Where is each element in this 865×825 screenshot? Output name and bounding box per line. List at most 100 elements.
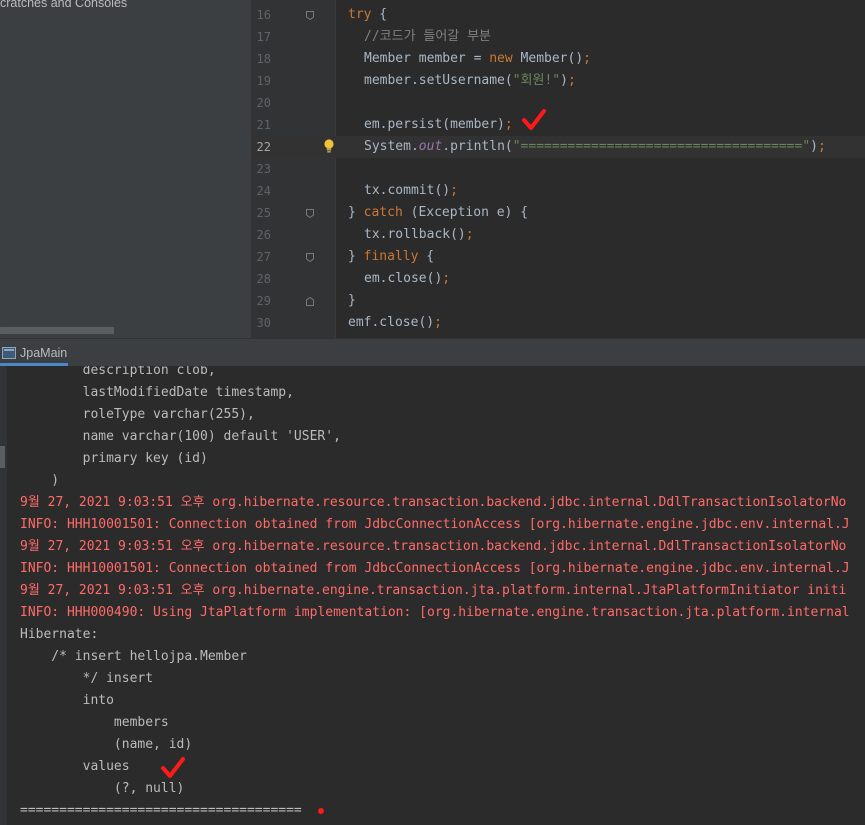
- code-line[interactable]: 29}: [251, 290, 865, 312]
- code-token: ;: [465, 227, 474, 242]
- console-line: roleType varchar(255),: [20, 407, 255, 422]
- code-token: Member member =: [364, 51, 490, 66]
- run-console-output[interactable]: description clob, lastModifiedDate times…: [0, 366, 865, 825]
- console-line: */ insert: [20, 671, 154, 686]
- console-line: ====================================: [20, 803, 302, 818]
- code-text: try {: [348, 4, 387, 26]
- code-text: emf.close();: [348, 312, 442, 334]
- code-editor[interactable]: 16 try {17//코드가 들어갈 부분 18 Member member = n…: [251, 0, 865, 338]
- console-line: values: [20, 759, 130, 774]
- console-line: /* insert hellojpa.Member: [20, 649, 247, 664]
- fold-marker-icon[interactable]: [306, 11, 314, 20]
- console-line: primary key (id): [20, 451, 208, 466]
- code-line[interactable]: 22 System.out.println("==================…: [251, 136, 865, 158]
- code-token: try: [348, 7, 372, 22]
- code-token: {: [418, 249, 435, 264]
- code-text: em.persist(member);: [364, 114, 513, 136]
- code-token: catch: [363, 205, 403, 220]
- code-line[interactable]: 18 Member member = new Member();: [251, 48, 865, 70]
- line-number: 26: [256, 228, 271, 242]
- console-gutter: [0, 366, 7, 825]
- fold-marker-icon[interactable]: [306, 209, 314, 218]
- console-line: (?, null): [20, 781, 185, 796]
- code-token: ;: [442, 271, 451, 286]
- console-line: INFO: HHH000490: Using JtaPlatform imple…: [20, 605, 850, 620]
- code-line[interactable]: 21 em.persist(member);: [251, 114, 865, 136]
- fold-marker-icon[interactable]: [306, 253, 314, 262]
- code-token: ;: [817, 139, 826, 154]
- code-line[interactable]: 25 } catch (Exception e) {: [251, 202, 865, 224]
- line-number: 30: [256, 316, 271, 330]
- code-line[interactable]: 23: [251, 158, 865, 180]
- tab-jpamain[interactable]: JpaMain: [0, 339, 73, 366]
- code-line[interactable]: 24 tx.commit();: [251, 180, 865, 202]
- code-line[interactable]: 16 try {: [251, 4, 865, 26]
- console-line: name varchar(100) default 'USER',: [20, 429, 341, 444]
- console-line: into: [20, 693, 114, 708]
- code-token: }: [348, 293, 356, 308]
- lightbulb-icon[interactable]: [323, 138, 335, 154]
- console-line: description clob,: [20, 366, 216, 378]
- line-number: 16: [256, 8, 271, 22]
- console-line: 9월 27, 2021 9:03:51 오후 org.hibernate.res…: [20, 495, 847, 510]
- console-line: (name, id): [20, 737, 193, 752]
- line-number: 23: [256, 162, 271, 176]
- code-line[interactable]: 20: [251, 92, 865, 114]
- code-token: }: [348, 249, 364, 264]
- code-text: member.setUsername("회원!");: [364, 70, 576, 92]
- line-number: 29: [256, 294, 271, 308]
- code-token: ;: [450, 183, 458, 198]
- code-token: ): [560, 73, 568, 88]
- code-line[interactable]: 26 tx.rollback();: [251, 224, 865, 246]
- project-tool-window: cratches and Consoles: [0, 0, 251, 338]
- console-line: Hibernate:: [20, 627, 99, 642]
- code-text: tx.commit();: [364, 180, 458, 202]
- run-tool-window-header: JpaMain: [0, 338, 865, 367]
- code-token: new: [489, 51, 513, 66]
- code-token: "====================================": [512, 139, 811, 154]
- line-number: 20: [256, 96, 271, 110]
- code-text: System.out.println("====================…: [364, 136, 826, 158]
- fold-marker-icon[interactable]: [306, 297, 314, 306]
- code-token: //코드가 들어갈 부분: [364, 29, 491, 44]
- project-horizontal-scrollbar[interactable]: [0, 327, 114, 334]
- code-token: {: [371, 7, 388, 22]
- console-scrollbar-thumb[interactable]: [0, 446, 5, 468]
- code-text: }: [348, 290, 356, 312]
- code-token: finally: [363, 249, 419, 264]
- code-text: } catch (Exception e) {: [348, 202, 528, 224]
- code-token: ;: [434, 315, 442, 330]
- line-number: 27: [256, 250, 271, 264]
- code-line[interactable]: 30 emf.close();: [251, 312, 865, 334]
- scratches-and-consoles-item[interactable]: cratches and Consoles: [0, 0, 127, 10]
- console-line: lastModifiedDate timestamp,: [20, 385, 294, 400]
- code-line[interactable]: 19 member.setUsername("회원!");: [251, 70, 865, 92]
- code-line[interactable]: 27} finally {: [251, 246, 865, 268]
- line-number: 28: [256, 272, 271, 286]
- code-token: "회원!": [512, 73, 561, 88]
- code-line[interactable]: 28 em.close();: [251, 268, 865, 290]
- code-token: tx.rollback(): [364, 227, 466, 242]
- code-token: em.persist(member): [364, 117, 505, 132]
- line-number: 25: [256, 206, 271, 220]
- console-line: INFO: HHH10001501: Connection obtained f…: [20, 561, 850, 576]
- code-token: member.setUsername(: [364, 73, 513, 88]
- line-number: 21: [256, 118, 271, 132]
- line-number: 24: [256, 184, 271, 198]
- code-token: ): [810, 139, 818, 154]
- code-token: ;: [567, 73, 576, 88]
- checkmark-annotation-persist: [522, 109, 546, 130]
- line-number: 22: [256, 140, 271, 154]
- console-line: ): [20, 473, 60, 488]
- code-token: (Exception e) {: [402, 205, 529, 220]
- console-line: INFO: HHH10001501: Connection obtained f…: [20, 517, 850, 532]
- code-token: Member(): [512, 51, 584, 66]
- console-line: members: [20, 715, 169, 730]
- console-line: 9월 27, 2021 9:03:51 오후 org.hibernate.eng…: [20, 583, 847, 598]
- code-token: out: [418, 139, 443, 154]
- tab-jpamain-label: JpaMain: [20, 345, 68, 360]
- code-token: ;: [583, 51, 591, 66]
- code-line[interactable]: 17 //코드가 들어갈 부분: [251, 26, 865, 48]
- line-number: 18: [256, 52, 271, 66]
- code-text: em.close();: [364, 268, 450, 290]
